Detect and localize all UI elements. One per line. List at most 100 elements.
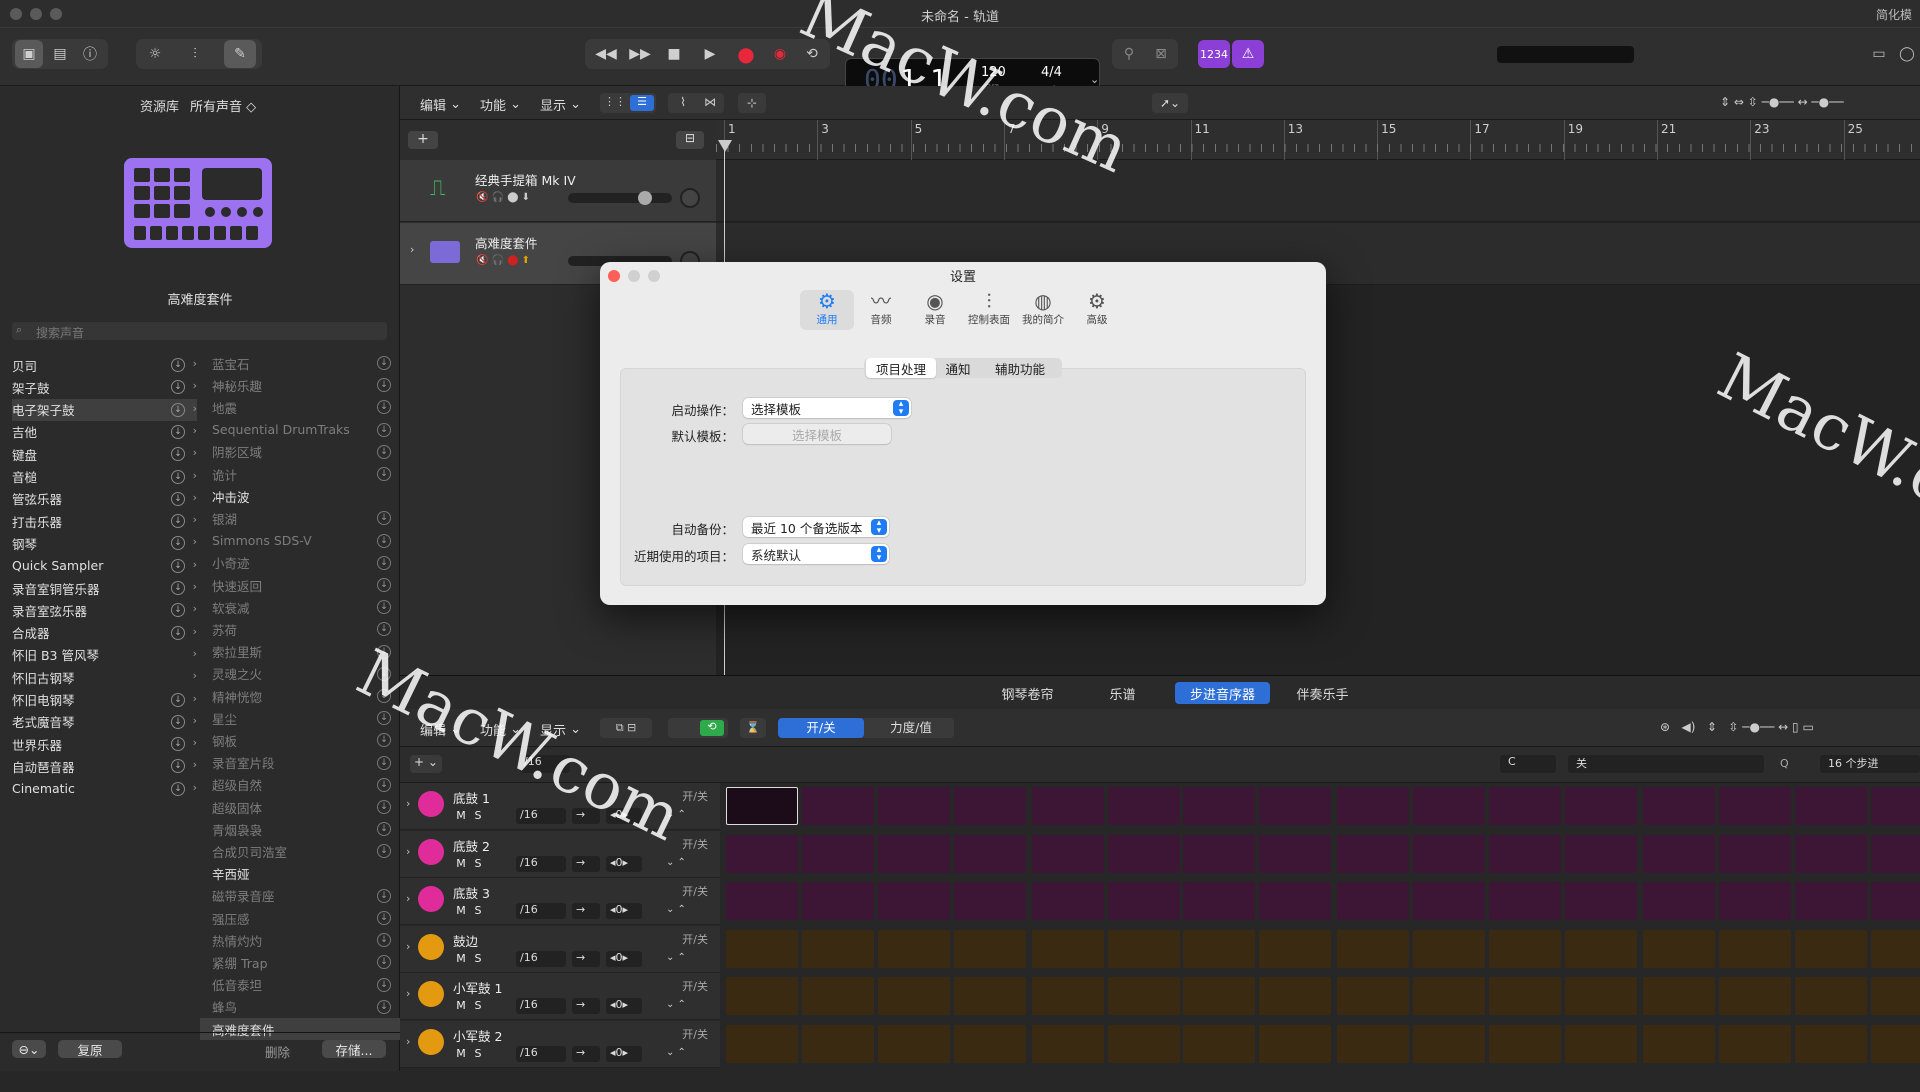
step-cell[interactable] bbox=[1413, 882, 1486, 920]
step-cell[interactable] bbox=[1413, 787, 1486, 825]
tab-advanced[interactable]: ⚙ 高级 bbox=[1070, 290, 1124, 330]
download-icon[interactable]: ↓ bbox=[171, 737, 185, 752]
scale-popup[interactable]: 关 bbox=[1568, 755, 1764, 773]
play-icon[interactable]: ▶ bbox=[695, 40, 725, 68]
step-cell[interactable] bbox=[1642, 929, 1715, 968]
mute-button[interactable]: M bbox=[453, 904, 469, 919]
patch-item[interactable]: 录音室片段 ↓ bbox=[212, 752, 397, 774]
step-rate-icon[interactable]: ⌛ bbox=[740, 718, 766, 738]
patch-item[interactable]: 地震 ↓ bbox=[212, 396, 397, 418]
step-cell[interactable] bbox=[1794, 977, 1867, 1015]
step-cell[interactable] bbox=[1794, 787, 1867, 825]
step-cell[interactable] bbox=[1413, 929, 1486, 968]
track-header-1[interactable]: ⎍ 经典手提箱 Mk IV 🔇 🎧 ⬤ ⬇ bbox=[400, 160, 716, 222]
step-cell[interactable] bbox=[1794, 882, 1867, 920]
patch-item[interactable]: 紧绷 Trap ↓ bbox=[212, 951, 397, 973]
download-icon[interactable]: ↓ bbox=[377, 977, 391, 992]
download-icon[interactable]: ↓ bbox=[377, 777, 391, 792]
category-item[interactable]: 自动琶音器 ↓ › bbox=[12, 755, 197, 777]
patch-item[interactable]: 蜂鸟 ↓ bbox=[212, 996, 397, 1018]
row-direction-icon[interactable]: → bbox=[572, 903, 600, 919]
download-icon[interactable]: ↓ bbox=[377, 511, 391, 526]
category-item[interactable]: 吉他 ↓ › bbox=[12, 421, 197, 443]
step-cell[interactable] bbox=[801, 977, 874, 1015]
category-item[interactable]: 管弦乐器 ↓ › bbox=[12, 488, 197, 510]
volume-knob[interactable] bbox=[638, 191, 652, 205]
download-icon[interactable]: ↓ bbox=[171, 603, 185, 618]
tracks-edit-menu[interactable]: 编辑 ⌄ bbox=[420, 95, 461, 114]
tab-audio[interactable]: 〰音频 bbox=[854, 290, 908, 330]
step-cell[interactable] bbox=[1642, 834, 1715, 873]
download-icon[interactable]: ↓ bbox=[171, 625, 185, 640]
template-popup[interactable]: 选择模板 bbox=[743, 424, 891, 444]
step-cell[interactable] bbox=[1031, 929, 1104, 968]
inspector-toggle-icon[interactable]: ▤ bbox=[46, 40, 74, 68]
category-item[interactable]: 电子架子鼓 ↓ › bbox=[12, 398, 197, 421]
step-cell[interactable] bbox=[1107, 834, 1180, 873]
patch-item[interactable]: 诡计 ↓ bbox=[212, 463, 397, 485]
tab-my-info[interactable]: ◍ 我的简介 bbox=[1016, 290, 1070, 330]
tracks-functions-menu[interactable]: 功能 ⌄ bbox=[480, 95, 521, 114]
lcd-menu-chevron-icon[interactable]: ⌄ bbox=[1090, 73, 1099, 86]
mixer-icon[interactable]: ⫶ bbox=[180, 40, 210, 68]
rewind-icon[interactable]: ◀◀ bbox=[591, 40, 621, 68]
global-tracks-icon[interactable]: ⊟ bbox=[676, 131, 704, 149]
step-cell[interactable] bbox=[1183, 977, 1256, 1015]
step-cell[interactable] bbox=[953, 882, 1026, 920]
row-direction-icon[interactable]: → bbox=[572, 855, 600, 872]
tracks-view-menu[interactable]: 显示 ⌄ bbox=[540, 95, 581, 114]
simplified-mode-label[interactable]: 简化模 bbox=[1876, 6, 1912, 23]
download-icon[interactable]: ↓ bbox=[171, 380, 185, 395]
download-icon[interactable]: ↓ bbox=[377, 555, 391, 570]
step-cell[interactable] bbox=[1413, 977, 1486, 1015]
step-cell[interactable] bbox=[1107, 1024, 1180, 1063]
row-collapse-icon[interactable]: ⌄ ⌃ bbox=[666, 999, 686, 1010]
row-division[interactable]: /16 bbox=[516, 950, 566, 967]
patch-item[interactable]: 阴影区域 ↓ bbox=[212, 441, 397, 463]
category-item[interactable]: Cinematic ↓ › bbox=[12, 778, 197, 800]
row-collapse-icon[interactable]: ⌄ ⌃ bbox=[666, 857, 686, 868]
step-cell[interactable] bbox=[1642, 977, 1715, 1015]
step-cell[interactable] bbox=[1718, 882, 1791, 920]
step-cell[interactable] bbox=[877, 929, 950, 968]
segment-accessibility[interactable]: 辅助功能 bbox=[980, 358, 1060, 378]
expand-chevron-icon[interactable]: › bbox=[410, 243, 414, 256]
add-row-button[interactable]: + ⌄ bbox=[410, 755, 442, 773]
row-offset-icon[interactable]: ◂0▸ bbox=[606, 998, 642, 1014]
list-view-icon[interactable]: ☰ bbox=[630, 95, 654, 111]
step-cell[interactable] bbox=[953, 977, 1026, 1015]
track-controls[interactable]: 🔇 🎧 ⬤ ⬆ bbox=[476, 255, 530, 266]
step-cell[interactable] bbox=[726, 787, 798, 825]
step-cell[interactable] bbox=[1642, 1024, 1715, 1063]
pan-knob[interactable] bbox=[680, 188, 700, 208]
download-icon[interactable]: ↓ bbox=[377, 911, 391, 925]
search-field[interactable]: ⌕ 搜索声音 bbox=[12, 322, 387, 340]
flex-icon[interactable]: ⋈ bbox=[698, 95, 722, 109]
row-offset-icon[interactable]: ◂0▸ bbox=[606, 855, 642, 872]
mute-button[interactable]: M bbox=[453, 857, 469, 872]
notepad-icon[interactable]: ▭ bbox=[1866, 40, 1892, 68]
category-item[interactable]: 钢琴 ↓ › bbox=[12, 532, 197, 554]
category-item[interactable]: 怀旧 B3 管风琴 › bbox=[12, 644, 197, 666]
backup-popup[interactable]: 最近 10 个备选版本 ▴ ▾ bbox=[743, 517, 889, 537]
step-cell[interactable] bbox=[1337, 977, 1410, 1015]
solo-button[interactable]: S bbox=[470, 857, 486, 872]
download-icon[interactable]: ↓ bbox=[377, 622, 391, 637]
download-icon[interactable]: ↓ bbox=[171, 781, 185, 796]
pattern-icons[interactable]: ⧉ ⊟ bbox=[600, 718, 652, 738]
row-division[interactable]: /16 bbox=[516, 998, 566, 1014]
step-cell[interactable] bbox=[1642, 882, 1715, 920]
stop-icon[interactable]: ■ bbox=[659, 40, 689, 68]
tab-recording[interactable]: ◉ 录音 bbox=[908, 290, 962, 330]
seq-row-mode[interactable]: 开/关 bbox=[682, 836, 708, 852]
step-cell[interactable] bbox=[1107, 977, 1180, 1015]
patch-item[interactable]: 蓝宝石 ↓ bbox=[212, 352, 397, 374]
step-cell[interactable] bbox=[1870, 1024, 1920, 1063]
expand-chevron-icon[interactable]: › bbox=[406, 845, 410, 858]
download-icon[interactable]: ↓ bbox=[377, 422, 391, 437]
step-cell[interactable] bbox=[1107, 787, 1180, 825]
row-division[interactable]: /16 bbox=[516, 903, 566, 919]
step-cell[interactable] bbox=[801, 929, 874, 968]
startup-popup[interactable]: 选择模板 ▴ ▾ bbox=[743, 398, 911, 418]
step-cell[interactable] bbox=[1870, 882, 1920, 920]
